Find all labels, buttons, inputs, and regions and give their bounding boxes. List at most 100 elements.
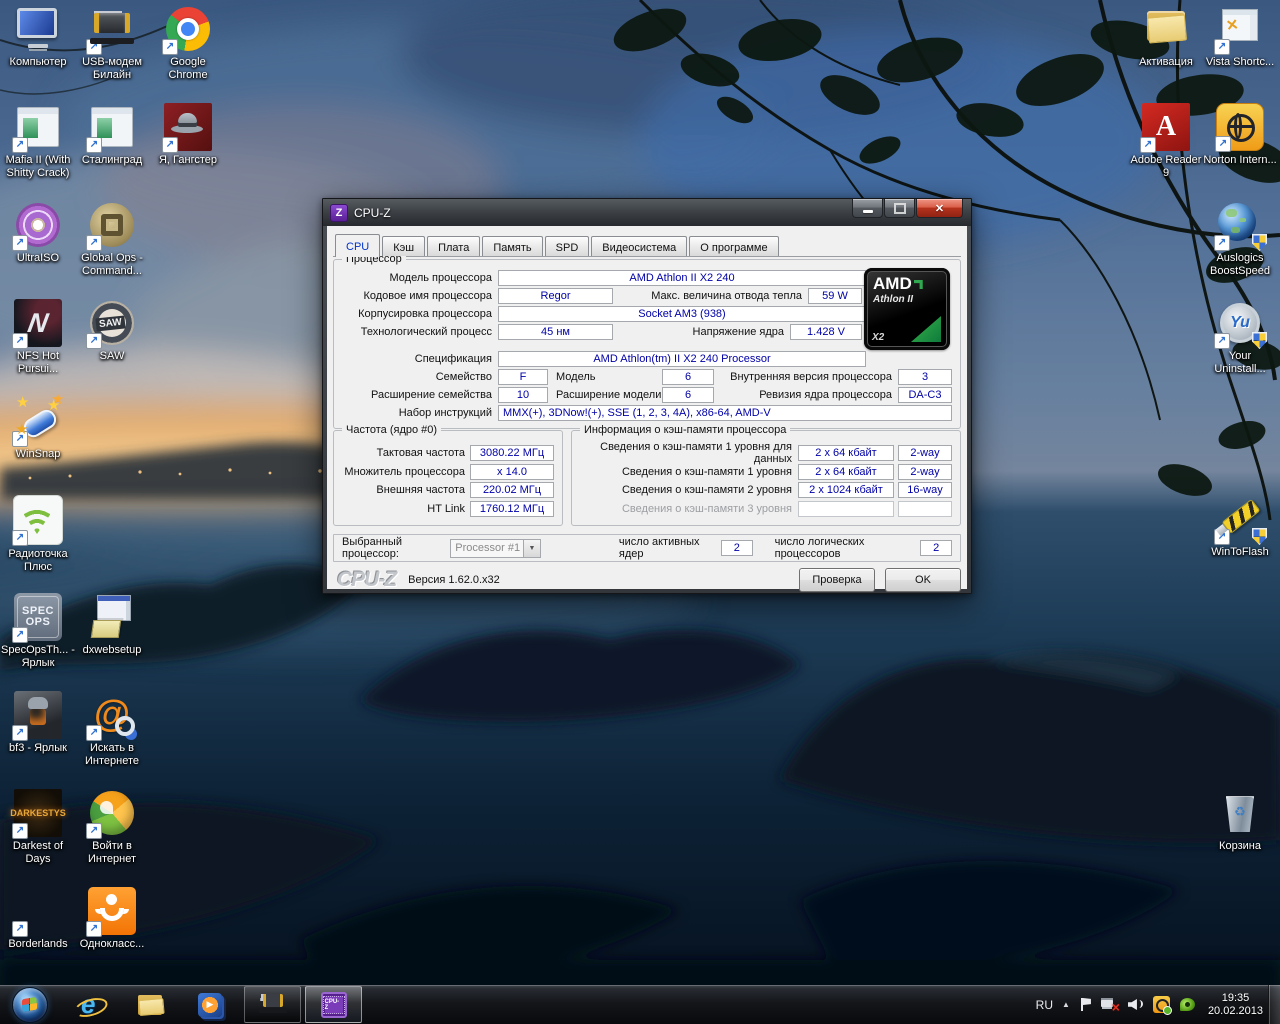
tab[interactable]: Кэш xyxy=(382,236,425,256)
taskbar-item-media-player[interactable] xyxy=(180,985,240,1024)
ok-button[interactable]: OK xyxy=(885,568,961,592)
desktop-icon[interactable]: Я, Гангстер xyxy=(150,103,226,201)
network-error-icon[interactable] xyxy=(1101,997,1119,1012)
desktop-icon[interactable]: UltraISO xyxy=(0,201,76,299)
shortcut-arrow-icon xyxy=(86,39,102,55)
taskbar-item-windows-explorer[interactable] xyxy=(120,985,180,1024)
desktop-icon[interactable]: dxwebsetup xyxy=(74,593,150,691)
desktop-icon[interactable]: Your Uninstall... xyxy=(1202,299,1278,397)
desktop-icon[interactable]: Borderlands xyxy=(0,887,76,985)
validate-button[interactable]: Проверка xyxy=(799,568,875,592)
desktop-icon-label: Активация xyxy=(1139,56,1193,69)
window-footer: CPU-Z Версия 1.62.0.x32 Проверка OK xyxy=(333,568,961,592)
maximize-button[interactable] xyxy=(884,199,915,218)
desktop-icon-label: UltraISO xyxy=(17,252,59,265)
tab[interactable]: Плата xyxy=(427,236,480,256)
desktop-icon[interactable]: SAW xyxy=(74,299,150,397)
show-desktop-button[interactable] xyxy=(1268,985,1280,1024)
shortcut-arrow-icon xyxy=(1140,137,1156,153)
desktop-icon[interactable]: WinSnap xyxy=(0,397,76,495)
action-center-icon[interactable] xyxy=(1079,997,1092,1012)
revision-field: DA-C3 xyxy=(898,387,952,403)
desktop-icon-label: Войти в Интернет xyxy=(74,840,150,866)
technology-label: Технологический процесс xyxy=(342,326,498,338)
desktop-icon[interactable]: Однокласс... xyxy=(74,887,150,985)
family-label: Семейство xyxy=(342,371,498,383)
start-button[interactable] xyxy=(12,987,48,1023)
selected-processor-label: Выбранный процессор: xyxy=(342,536,446,560)
desktop-icon-label: Радиоточка Плюс xyxy=(0,548,76,574)
minimize-button[interactable] xyxy=(852,199,883,218)
clock-row: HT Link 1760.12 МГц xyxy=(342,501,554,517)
uac-shield-icon xyxy=(1252,234,1267,251)
desktop-icon-label: WinToFlash xyxy=(1211,546,1268,559)
desktop-icon[interactable]: NFS Hot Pursui... xyxy=(0,299,76,397)
shortcut-arrow-icon xyxy=(12,921,28,937)
tab[interactable]: Память xyxy=(482,236,542,256)
enternet-icon xyxy=(88,789,136,837)
desktop-icon[interactable]: Сталинград xyxy=(74,103,150,201)
close-button[interactable]: ✕ xyxy=(916,199,963,218)
shortcut-arrow-icon xyxy=(86,725,102,741)
model-field: 6 xyxy=(662,369,714,385)
desktop-icon[interactable]: SpecOpsTh... - Ярлык xyxy=(0,593,76,691)
vista-icon xyxy=(1216,5,1264,53)
norton-tray-icon[interactable] xyxy=(1153,996,1170,1013)
hidden-icons-button[interactable]: ▲ xyxy=(1062,1000,1070,1009)
titlebar[interactable]: Z CPU-Z ✕ xyxy=(323,199,971,226)
desktop-icon[interactable]: Mafia II (With Shitty Crack) xyxy=(0,103,76,201)
desktop-icon[interactable]: Darkest of Days xyxy=(0,789,76,887)
shortcut-arrow-icon xyxy=(12,235,28,251)
close-icon: ✕ xyxy=(935,202,944,215)
spec-label: Спецификация xyxy=(342,353,498,365)
desktop-icon[interactable]: bf3 - Ярлык xyxy=(0,691,76,789)
window-title: CPU-Z xyxy=(354,206,391,220)
language-indicator[interactable]: RU xyxy=(1036,998,1053,1012)
desktop-icon-label: WinSnap xyxy=(16,448,61,461)
desktop-icon[interactable]: Global Ops - Command... xyxy=(74,201,150,299)
cache-row: Сведения о кэш-памяти 1 уровня для данны… xyxy=(580,445,952,461)
desktop-icon[interactable]: Auslogics BoostSpeed xyxy=(1202,201,1278,299)
desktop-icon[interactable]: Корзина xyxy=(1202,789,1278,887)
usb-modem-icon xyxy=(259,994,287,1015)
cpu-name-label: Модель процессора xyxy=(342,272,498,284)
dxweb-icon xyxy=(88,593,136,641)
tab[interactable]: О программе xyxy=(689,236,778,256)
desktop-icon[interactable]: Norton Intern... xyxy=(1202,103,1278,201)
desktop-icon[interactable]: Компьютер xyxy=(0,5,76,103)
desktop-icon-label: Norton Intern... xyxy=(1203,154,1276,167)
recycle-icon xyxy=(1216,789,1264,837)
stepping-field: 3 xyxy=(898,369,952,385)
desktop-icon[interactable]: Войти в Интернет xyxy=(74,789,150,887)
clock-row: Тактовая частота 3080.22 МГц xyxy=(342,445,554,461)
tab[interactable]: CPU xyxy=(335,234,380,257)
desktop-icon[interactable]: Активация xyxy=(1128,5,1204,103)
volume-icon[interactable] xyxy=(1128,998,1144,1011)
desktop-icon[interactable]: USB-модем Билайн xyxy=(74,5,150,103)
desktop-icon-column-right-2: Vista Shortc... Norton Intern... Auslogi… xyxy=(1202,5,1278,887)
taskbar-item-cpuz[interactable]: CPU-Z xyxy=(305,986,362,1023)
amd-athlon-logo: AMD Athlon II X2 xyxy=(864,268,950,350)
desktop-icon[interactable]: Радиоточка Плюс xyxy=(0,495,76,593)
clock[interactable]: 19:35 20.02.2013 xyxy=(1208,992,1263,1018)
clock-row: Множитель процессора x 14.0 xyxy=(342,464,554,480)
extmodel-field: 6 xyxy=(662,387,714,403)
desktop-icon[interactable]: Vista Shortc... xyxy=(1202,5,1278,103)
processor-select[interactable]: Processor #1 ▼ xyxy=(450,539,541,558)
desktop-icon[interactable]: Искать в Интернете xyxy=(74,691,150,789)
nvidia-tray-icon[interactable] xyxy=(1179,997,1196,1012)
desktop-icon[interactable]: Adobe Reader 9 xyxy=(1128,103,1204,201)
tdp-field: 59 W xyxy=(808,288,862,304)
desktop-icon-label: Однокласс... xyxy=(80,938,145,951)
codename-field: Regor xyxy=(498,288,613,304)
voltage-label: Напряжение ядра xyxy=(613,326,790,338)
shortcut-arrow-icon xyxy=(1214,235,1230,251)
desktop-icon-label: bf3 - Ярлык xyxy=(9,742,67,755)
taskbar-item-internet-explorer[interactable] xyxy=(60,985,120,1024)
tab[interactable]: Видеосистема xyxy=(591,236,687,256)
desktop-icon[interactable]: Google Chrome xyxy=(150,5,226,103)
taskbar-item-usb-modem[interactable] xyxy=(244,986,301,1023)
tab[interactable]: SPD xyxy=(545,236,590,256)
desktop-icon[interactable]: WinToFlash xyxy=(1202,495,1278,593)
chrome-icon xyxy=(164,5,212,53)
